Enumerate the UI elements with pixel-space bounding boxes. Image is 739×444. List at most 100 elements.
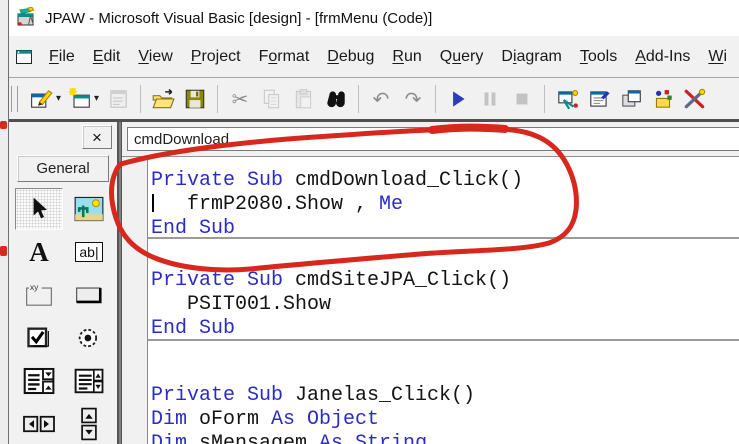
start-button[interactable]: [443, 84, 473, 114]
tool-picture-box[interactable]: [65, 188, 113, 230]
procedure-separator: [148, 237, 739, 239]
tool-frame[interactable]: xy: [15, 274, 63, 316]
toolbox-icon: [682, 86, 708, 112]
toolbar-separator: [544, 84, 546, 113]
form-window-icon[interactable]: [14, 47, 34, 67]
window-title: JPAW - Microsoft Visual Basic [design] -…: [45, 9, 433, 27]
properties-window-icon: [586, 86, 612, 112]
save-project-button[interactable]: [180, 84, 210, 114]
project-explorer-button[interactable]: [552, 84, 582, 114]
code-line: frmP2080.Show , Me: [151, 193, 404, 216]
cut-icon: ✂: [231, 86, 249, 111]
menu-edit[interactable]: Edit: [84, 44, 130, 70]
add-form-button[interactable]: ▾: [65, 84, 101, 114]
toolbox-button[interactable]: [680, 84, 710, 114]
start-icon: [445, 86, 471, 112]
tool-label[interactable]: A: [15, 231, 63, 273]
tool-combo-box[interactable]: [15, 360, 63, 402]
tool-list-box[interactable]: [65, 360, 113, 402]
menu-editor-button: [103, 84, 133, 114]
menu-tools[interactable]: Tools: [571, 44, 626, 70]
menu-addins[interactable]: Add-Ins: [626, 44, 699, 70]
code-group-2: Private Sub cmdSiteJPA_Click() PSIT001.S…: [122, 269, 739, 341]
code-window: cmdDownload Private Sub cmdDownload_Clic…: [121, 122, 739, 444]
cut-button: ✂: [225, 84, 255, 114]
menu-file[interactable]: File: [40, 44, 84, 70]
toolbar-items: ▾ ▾ ✂ ↶ ↷: [26, 84, 711, 114]
red-pen-mark: [0, 121, 7, 129]
menu-bar-items: File Edit View Project Format Debug Run Query Di…: [40, 44, 736, 70]
code-line: End Sub: [151, 317, 236, 340]
toolbox-grid: Aab| xy: [15, 188, 113, 444]
code-group-1: Private Sub cmdDownload_Click() frmP2080…: [122, 169, 739, 241]
menu-run[interactable]: Run: [383, 44, 430, 70]
toolbox-close-button[interactable]: ×: [82, 125, 112, 149]
red-pen-mark: [0, 246, 7, 256]
menu-format[interactable]: Format: [250, 44, 319, 70]
tool-h-scroll-bar[interactable]: [15, 403, 63, 444]
tool-v-scroll-bar[interactable]: [65, 403, 113, 444]
menu-project[interactable]: Project: [182, 44, 250, 70]
menu-query[interactable]: Query: [431, 44, 493, 70]
find-icon: [323, 86, 349, 112]
tool-option-button[interactable]: [65, 317, 113, 359]
menu-diagram[interactable]: Diagram: [492, 44, 570, 70]
toolbar-grip[interactable]: [11, 85, 18, 112]
procedure-combo[interactable]: cmdDownload: [127, 127, 739, 151]
paste-icon: [291, 86, 317, 112]
title-bar: JPAW - Microsoft Visual Basic [design] -…: [8, 0, 739, 36]
dropdown-caret-icon[interactable]: ▾: [56, 93, 61, 104]
open-project-icon: [150, 86, 176, 112]
add-project-button[interactable]: ▾: [27, 84, 63, 114]
find-button[interactable]: [321, 84, 351, 114]
code-group-3: Private Sub Janelas_Click() Dim oForm As …: [122, 384, 739, 444]
save-project-icon: [182, 86, 208, 112]
menu-bar: File Edit View Project Format Debug Run Query Di…: [8, 36, 739, 78]
break-icon: [477, 86, 503, 112]
code-line: PSIT001.Show: [151, 293, 332, 316]
project-explorer-icon: [554, 86, 580, 112]
open-project-button[interactable]: [148, 84, 178, 114]
code-line: Dim sMensagem As String: [151, 432, 428, 444]
toolbox-panel: × General Aab| xy: [9, 122, 119, 444]
undo-button: ↶: [366, 84, 396, 114]
tool-check-box[interactable]: [15, 317, 63, 359]
menu-editor-icon: [105, 86, 131, 112]
break-button: [475, 84, 505, 114]
toolbar-separator: [140, 84, 142, 113]
add-project-icon: [29, 86, 55, 112]
menu-view[interactable]: View: [129, 44, 181, 70]
add-form-icon: [67, 86, 93, 112]
code-line: Private Sub cmdDownload_Click(): [151, 169, 524, 192]
object-browser-button[interactable]: [648, 84, 678, 114]
tool-text-box[interactable]: ab|: [65, 231, 113, 273]
tool-command-button[interactable]: [65, 274, 113, 316]
dropdown-caret-icon[interactable]: ▾: [94, 93, 99, 104]
form-layout-icon: [618, 86, 644, 112]
redo-button: ↷: [398, 84, 428, 114]
redo-icon: ↷: [404, 86, 422, 111]
paste-button: [289, 84, 319, 114]
end-button: [507, 84, 537, 114]
form-layout-button[interactable]: [616, 84, 646, 114]
text-caret: [152, 194, 154, 212]
code-line: Dim oForm As Object: [151, 408, 380, 431]
svg-text:xy: xy: [30, 282, 39, 292]
code-line: Private Sub Janelas_Click(): [151, 384, 476, 407]
mdi-work-area: × General Aab| xy cmdDownload Private Sub…: [8, 122, 739, 444]
object-browser-icon: [650, 86, 676, 112]
tool-pointer[interactable]: [15, 188, 63, 230]
menu-wi[interactable]: Wi: [699, 44, 736, 70]
code-editor[interactable]: Private Sub cmdDownload_Click() frmP2080…: [122, 156, 739, 444]
toolbox-tab-general[interactable]: General: [17, 155, 109, 182]
menu-debug[interactable]: Debug: [318, 44, 383, 70]
toolbar-separator: [217, 84, 219, 113]
toolbar-separator: [358, 84, 360, 113]
background-window-edge: [0, 0, 9, 444]
properties-window-button[interactable]: [584, 84, 614, 114]
end-icon: [509, 86, 535, 112]
toolbar-separator: [435, 84, 437, 113]
copy-button: [257, 84, 287, 114]
undo-icon: ↶: [372, 86, 390, 111]
vb6-ide-window: JPAW - Microsoft Visual Basic [design] -…: [0, 0, 739, 444]
